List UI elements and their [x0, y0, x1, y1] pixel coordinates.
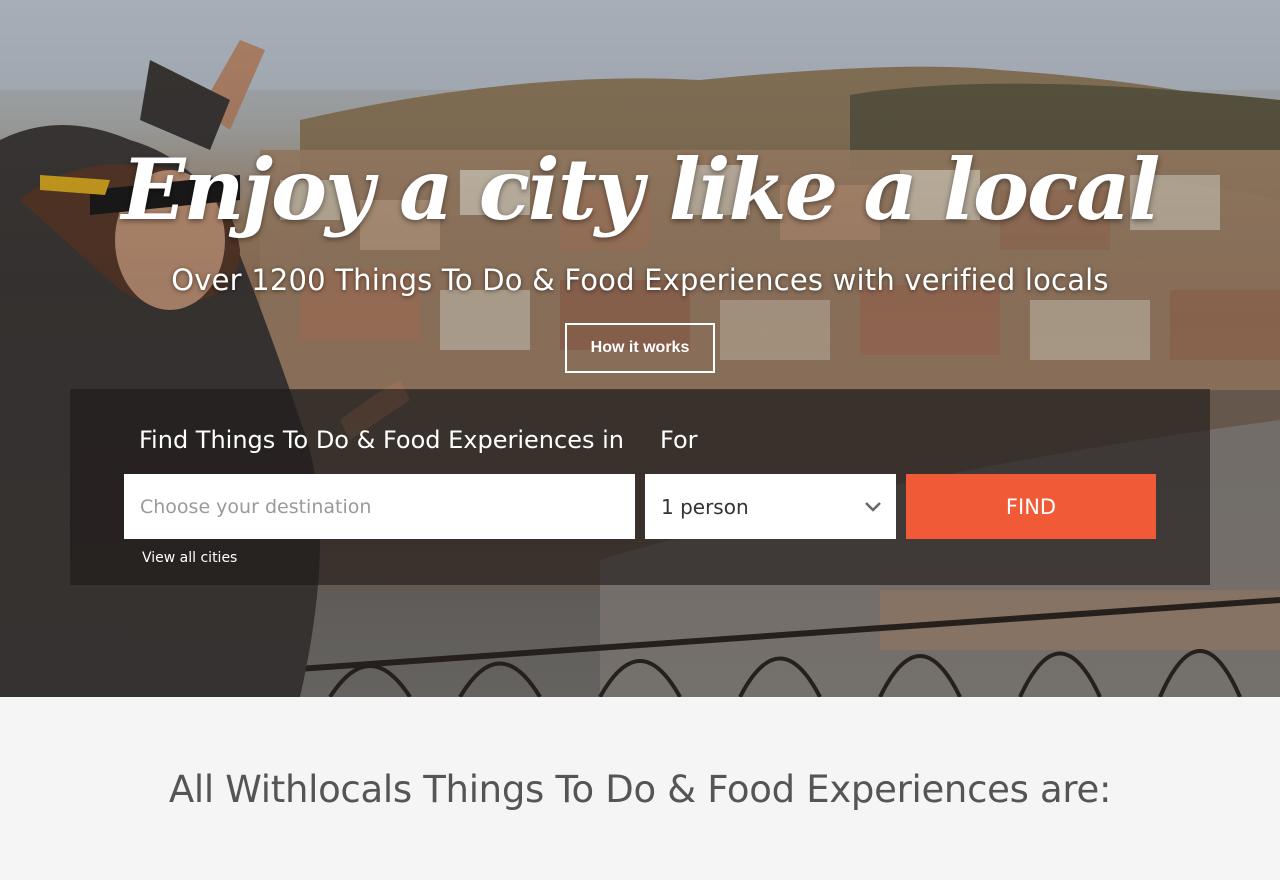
for-label: For [660, 426, 698, 454]
features-heading: All Withlocals Things To Do & Food Exper… [168, 768, 1112, 811]
how-it-works-button[interactable]: How it works [565, 323, 715, 373]
search-panel: Find Things To Do & Food Experiences in … [70, 389, 1210, 585]
destination-input[interactable] [124, 474, 635, 539]
find-label: Find Things To Do & Food Experiences in [139, 426, 624, 454]
persons-select[interactable]: 1 person [645, 474, 896, 539]
hero-title: Enjoy a city like a local [121, 140, 1161, 239]
persons-select-value: 1 person [661, 494, 749, 519]
chevron-down-icon [865, 502, 881, 512]
hero-section: Enjoy a city like a local Over 1200 Thin… [0, 0, 1280, 697]
find-button[interactable]: FIND [906, 474, 1156, 539]
view-all-cities-link[interactable]: View all cities [142, 550, 237, 566]
hero-subtitle: Over 1200 Things To Do & Food Experience… [171, 263, 1109, 297]
